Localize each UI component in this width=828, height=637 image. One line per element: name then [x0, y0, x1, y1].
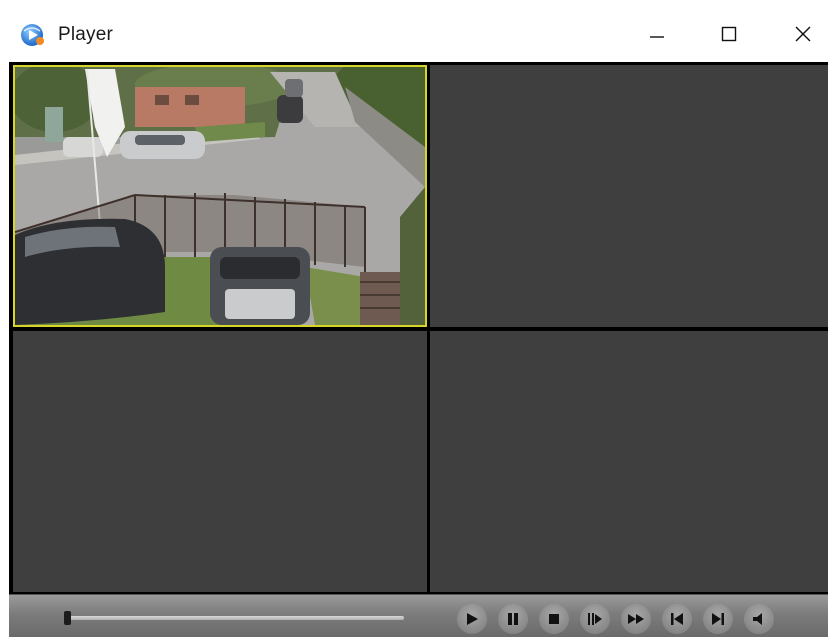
volume-icon: [753, 613, 762, 625]
next-button[interactable]: [703, 604, 733, 634]
fast-forward-icon: [628, 614, 644, 624]
minimize-button[interactable]: [634, 14, 680, 54]
video-pane-2[interactable]: [430, 65, 828, 327]
video-grid: [9, 62, 828, 594]
maximize-icon: [721, 26, 737, 42]
minimize-icon: [650, 36, 664, 38]
close-icon: [795, 26, 811, 42]
video-pane-1[interactable]: [13, 65, 427, 327]
player-app-icon: [21, 24, 44, 46]
step-forward-button[interactable]: [580, 604, 610, 634]
next-icon: [712, 613, 724, 625]
volume-button[interactable]: [744, 604, 774, 634]
stop-button[interactable]: [539, 604, 569, 634]
video-pane-4[interactable]: [430, 331, 828, 592]
seek-bar[interactable]: [64, 616, 404, 620]
maximize-button[interactable]: [706, 14, 752, 54]
fast-forward-button[interactable]: [621, 604, 651, 634]
pause-button[interactable]: [498, 604, 528, 634]
video-pane-3[interactable]: [13, 331, 427, 592]
title-bar: Player: [0, 0, 828, 62]
window-title: Player: [58, 24, 114, 45]
pause-icon: [508, 613, 518, 625]
previous-icon: [671, 613, 683, 625]
seek-handle[interactable]: [64, 611, 71, 625]
close-button[interactable]: [780, 14, 826, 54]
stop-icon: [549, 614, 559, 624]
play-button[interactable]: [457, 604, 487, 634]
play-icon: [467, 613, 478, 625]
camera-feed-image: [15, 67, 425, 325]
playback-control-bar: [9, 594, 828, 637]
step-forward-icon: [588, 613, 602, 625]
previous-button[interactable]: [662, 604, 692, 634]
